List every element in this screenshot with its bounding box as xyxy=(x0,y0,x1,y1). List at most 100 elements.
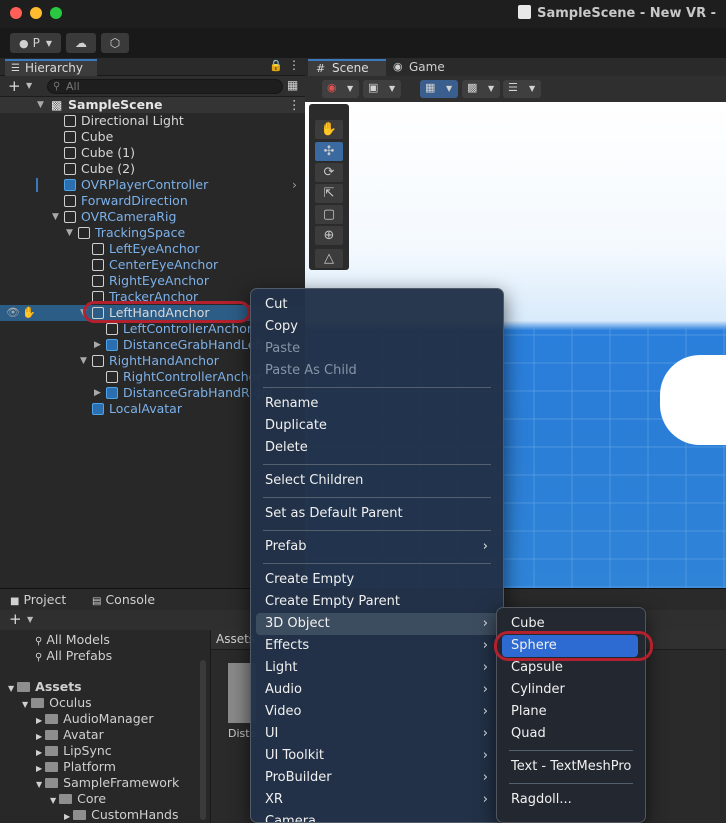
menu-item-3d-object[interactable]: 3D Object › xyxy=(256,613,498,635)
collab-button[interactable]: ⬡ xyxy=(101,33,129,53)
tree-row[interactable]: RightEyeAnchor xyxy=(0,273,305,289)
menu-item-light[interactable]: Light › xyxy=(256,657,498,679)
tree-row[interactable]: ForwardDirection xyxy=(0,193,305,209)
menu-item-delete[interactable]: Delete xyxy=(256,437,498,459)
scene-header-row[interactable]: ▼ ▩ SampleScene ⋮ xyxy=(0,97,305,113)
submenu-item-quad[interactable]: Quad xyxy=(502,723,638,745)
account-label: P xyxy=(32,36,40,50)
expand-arrow-icon[interactable]: ▶ xyxy=(94,385,101,401)
menu-item-audio[interactable]: Audio › xyxy=(256,679,498,701)
custom-tool-button[interactable]: △ xyxy=(315,249,343,268)
chevron-down-icon[interactable]: ▼ xyxy=(26,81,32,90)
tab-game[interactable]: ◉ Game xyxy=(393,59,445,76)
maximize-window-button[interactable] xyxy=(50,7,62,19)
menu-item-prefab[interactable]: Prefab › xyxy=(256,536,498,558)
menu-item-ui[interactable]: UI › xyxy=(256,723,498,745)
folder-icon xyxy=(17,682,31,692)
tree-row[interactable]: OVRPlayerController › xyxy=(0,177,305,193)
folder-item[interactable]: ▶ Avatar xyxy=(36,727,104,743)
draw-mode-dropdown[interactable]: ▣ ▼ xyxy=(363,80,401,98)
menu-item-probuilder[interactable]: ProBuilder › xyxy=(256,767,498,789)
menu-item-create-empty[interactable]: Create Empty xyxy=(256,569,498,591)
scale-tool-button[interactable]: ⇱ xyxy=(315,184,343,203)
expand-arrow-icon[interactable]: ▼ xyxy=(52,209,59,225)
menu-item-cut[interactable]: Cut xyxy=(256,294,498,316)
expand-arrow-icon[interactable]: ▶ xyxy=(94,337,101,353)
menu-item-ui-toolkit[interactable]: UI Toolkit › xyxy=(256,745,498,767)
folder-item[interactable]: ▼ Oculus xyxy=(22,695,92,711)
move-icon: ✣ xyxy=(323,144,335,159)
expand-arrow-icon[interactable]: ▼ xyxy=(66,225,73,241)
ruler-dropdown[interactable]: ☰ ▼ xyxy=(503,80,541,98)
menu-item-effects[interactable]: Effects › xyxy=(256,635,498,657)
pickable-hand-icon[interactable]: ✋ xyxy=(22,305,36,321)
favorite-item[interactable]: ⚲ All Prefabs xyxy=(35,648,112,664)
menu-item-camera[interactable]: Camera xyxy=(256,811,498,822)
folder-item[interactable]: ▶ CustomHands xyxy=(64,807,178,823)
tab-project[interactable]: ■ Project xyxy=(10,592,66,610)
gameobject-icon xyxy=(92,355,104,367)
menu-item-xr[interactable]: XR › xyxy=(256,789,498,811)
hierarchy-search-input[interactable]: ⚲ All xyxy=(47,79,283,94)
menu-item-set-default-parent[interactable]: Set as Default Parent xyxy=(256,503,498,525)
expand-arrow-icon[interactable]: ▼ xyxy=(80,353,87,369)
tree-row[interactable]: Cube xyxy=(0,129,305,145)
submenu-item-textmeshpro[interactable]: Text - TextMeshPro xyxy=(502,756,638,778)
folder-item[interactable]: ▶ AudioManager xyxy=(36,711,153,727)
tree-row-label: LeftControllerAnchor xyxy=(123,321,253,336)
folder-item[interactable]: ▶ LipSync xyxy=(36,743,112,759)
expand-arrow-icon[interactable]: ▼ xyxy=(37,97,44,113)
grid-snap-dropdown[interactable]: ▦ ▼ xyxy=(420,80,458,98)
minimize-window-button[interactable] xyxy=(30,7,42,19)
search-filter-icon[interactable]: ▦ xyxy=(287,78,298,92)
gizmo-dropdown[interactable]: ◉ ▼ xyxy=(322,80,359,98)
visibility-eye-icon[interactable]: 👁 xyxy=(6,305,20,321)
folder-label: Assets xyxy=(35,679,82,694)
scrollbar[interactable] xyxy=(200,660,206,820)
submenu-item-ragdoll[interactable]: Ragdoll... xyxy=(502,789,638,811)
gameobject-icon xyxy=(92,275,104,287)
tree-row[interactable]: ▼ TrackingSpace xyxy=(0,225,305,241)
menu-item-copy[interactable]: Copy xyxy=(256,316,498,338)
rect-tool-button[interactable]: ▢ xyxy=(315,205,343,224)
folder-item[interactable]: ▼ SampleFramework xyxy=(36,775,179,791)
tree-row[interactable]: Cube (1) xyxy=(0,145,305,161)
tree-row[interactable]: Cube (2) xyxy=(0,161,305,177)
tab-console[interactable]: ▤ Console xyxy=(92,592,155,610)
more-options-icon[interactable]: ⋮ xyxy=(288,58,300,72)
chevron-right-icon[interactable]: › xyxy=(292,177,297,193)
transform-tool-button[interactable]: ⊕ xyxy=(315,226,343,245)
menu-item-create-empty-parent[interactable]: Create Empty Parent xyxy=(256,591,498,613)
tab-scene[interactable]: # Scene xyxy=(308,59,386,76)
folder-item[interactable]: ▼ Core xyxy=(50,791,106,807)
tree-row[interactable]: LeftEyeAnchor xyxy=(0,241,305,257)
transform-tool-strip: ✋ ✣ ⟳ ⇱ ▢ ⊕ △ xyxy=(309,104,349,270)
chevron-down-icon[interactable]: ▼ xyxy=(27,615,33,624)
expand-arrow-icon: ▶ xyxy=(36,748,43,757)
submenu-item-cylinder[interactable]: Cylinder xyxy=(502,679,638,701)
move-tool-button[interactable]: ✣ xyxy=(315,142,343,161)
cloud-button[interactable]: ☁ xyxy=(66,33,96,53)
submenu-item-plane[interactable]: Plane xyxy=(502,701,638,723)
tree-row[interactable]: ▼ OVRCameraRig xyxy=(0,209,305,225)
account-dropdown[interactable]: ● P ▼ xyxy=(10,33,61,53)
menu-item-paste-as-child: Paste As Child xyxy=(265,363,357,378)
favorite-item[interactable]: ⚲ All Models xyxy=(35,632,110,648)
tree-row[interactable]: Directional Light xyxy=(0,113,305,129)
menu-item-rename[interactable]: Rename xyxy=(256,393,498,415)
tab-hierarchy[interactable]: ☰ Hierarchy xyxy=(5,59,97,76)
menu-item-select-children[interactable]: Select Children xyxy=(256,470,498,492)
lock-icon[interactable]: 🔒 xyxy=(269,59,283,72)
folder-item[interactable]: ▶ Platform xyxy=(36,759,116,775)
folder-item[interactable]: ▼ Assets xyxy=(8,679,82,695)
close-window-button[interactable] xyxy=(10,7,22,19)
more-options-icon[interactable]: ⋮ xyxy=(288,97,301,113)
tree-row[interactable]: CenterEyeAnchor xyxy=(0,257,305,273)
snap-increment-dropdown[interactable]: ▩ ▼ xyxy=(462,80,500,98)
menu-item-video[interactable]: Video › xyxy=(256,701,498,723)
rotate-tool-button[interactable]: ⟳ xyxy=(315,163,343,182)
hand-tool-button[interactable]: ✋ xyxy=(315,120,343,139)
menu-item-duplicate[interactable]: Duplicate xyxy=(256,415,498,437)
add-icon[interactable]: + xyxy=(8,77,21,95)
add-icon[interactable]: + xyxy=(9,610,22,628)
